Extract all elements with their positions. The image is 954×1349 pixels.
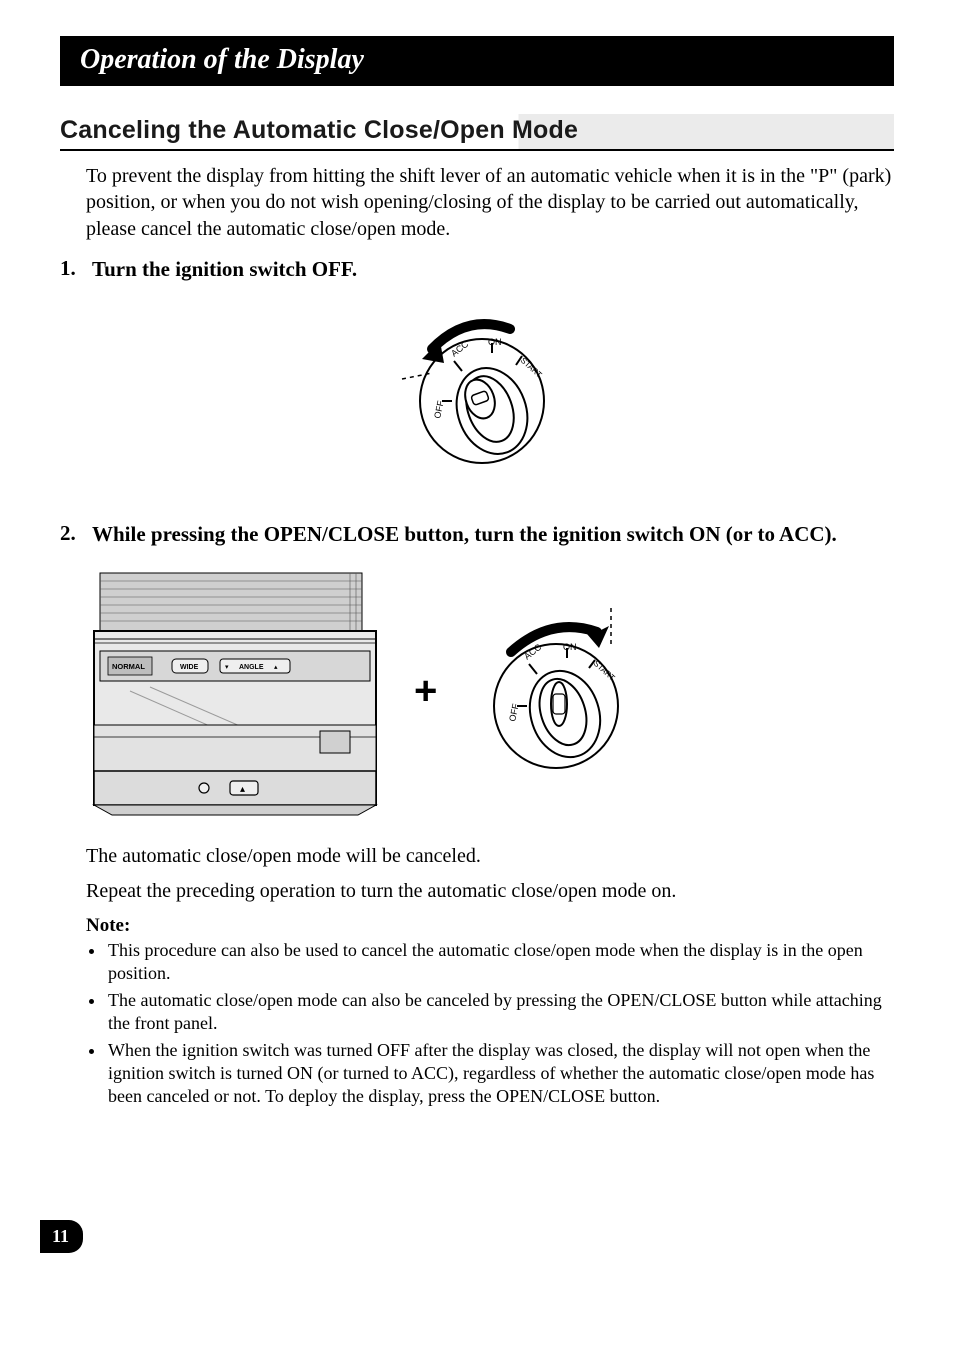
open-close-icon: ▴ bbox=[240, 784, 245, 795]
svg-text:▴: ▴ bbox=[274, 664, 278, 671]
notes-list: This procedure can also be used to cance… bbox=[106, 939, 894, 1108]
label-on: ON bbox=[488, 337, 502, 347]
intro-paragraph: To prevent the display from hitting the … bbox=[86, 163, 894, 242]
label-normal: NORMAL bbox=[112, 662, 145, 671]
step-2: 2. While pressing the OPEN/CLOSE button,… bbox=[60, 521, 894, 548]
label-angle: ANGLE bbox=[239, 664, 264, 671]
page-number-tab: 11 bbox=[40, 1220, 83, 1253]
section-title-bar: Canceling the Automatic Close/Open Mode bbox=[60, 114, 894, 151]
note-item-1: This procedure can also be used to cance… bbox=[106, 939, 894, 985]
step-1-number: 1. bbox=[60, 256, 92, 283]
section-title: Canceling the Automatic Close/Open Mode bbox=[60, 116, 578, 144]
label-start: START bbox=[519, 356, 544, 380]
ignition-on-diagram: OFF ACC ON START bbox=[471, 602, 641, 782]
label-off: OFF bbox=[432, 400, 446, 420]
page-number: 11 bbox=[52, 1226, 69, 1246]
note-item-3: When the ignition switch was turned OFF … bbox=[106, 1039, 894, 1108]
figure-ignition-off: OFF ACC ON START bbox=[60, 301, 894, 481]
chapter-title: Operation of the Display bbox=[80, 44, 364, 75]
ignition-off-diagram: OFF ACC ON START bbox=[392, 301, 562, 481]
result-line-2: Repeat the preceding operation to turn t… bbox=[86, 880, 894, 903]
step-1: 1. Turn the ignition switch OFF. bbox=[60, 256, 894, 283]
step-2-number: 2. bbox=[60, 521, 92, 548]
note-item-2: The automatic close/open mode can also b… bbox=[106, 989, 894, 1035]
plus-symbol: + bbox=[414, 669, 437, 714]
label-start-2: START bbox=[592, 659, 617, 683]
svg-text:▾: ▾ bbox=[225, 664, 229, 671]
result-line-1: The automatic close/open mode will be ca… bbox=[86, 845, 894, 868]
label-off-2: OFF bbox=[508, 702, 522, 722]
chapter-header: Operation of the Display bbox=[60, 36, 894, 86]
step-1-text: Turn the ignition switch OFF. bbox=[92, 256, 894, 283]
device-panel-diagram: NORMAL WIDE ▾ ANGLE ▴ ▴ bbox=[90, 567, 380, 817]
label-on-2: ON bbox=[563, 642, 577, 652]
note-heading: Note: bbox=[86, 915, 894, 937]
label-wide: WIDE bbox=[180, 664, 199, 671]
figure-step2-row: NORMAL WIDE ▾ ANGLE ▴ ▴ bbox=[90, 567, 894, 817]
step-2-text: While pressing the OPEN/CLOSE button, tu… bbox=[92, 521, 894, 548]
